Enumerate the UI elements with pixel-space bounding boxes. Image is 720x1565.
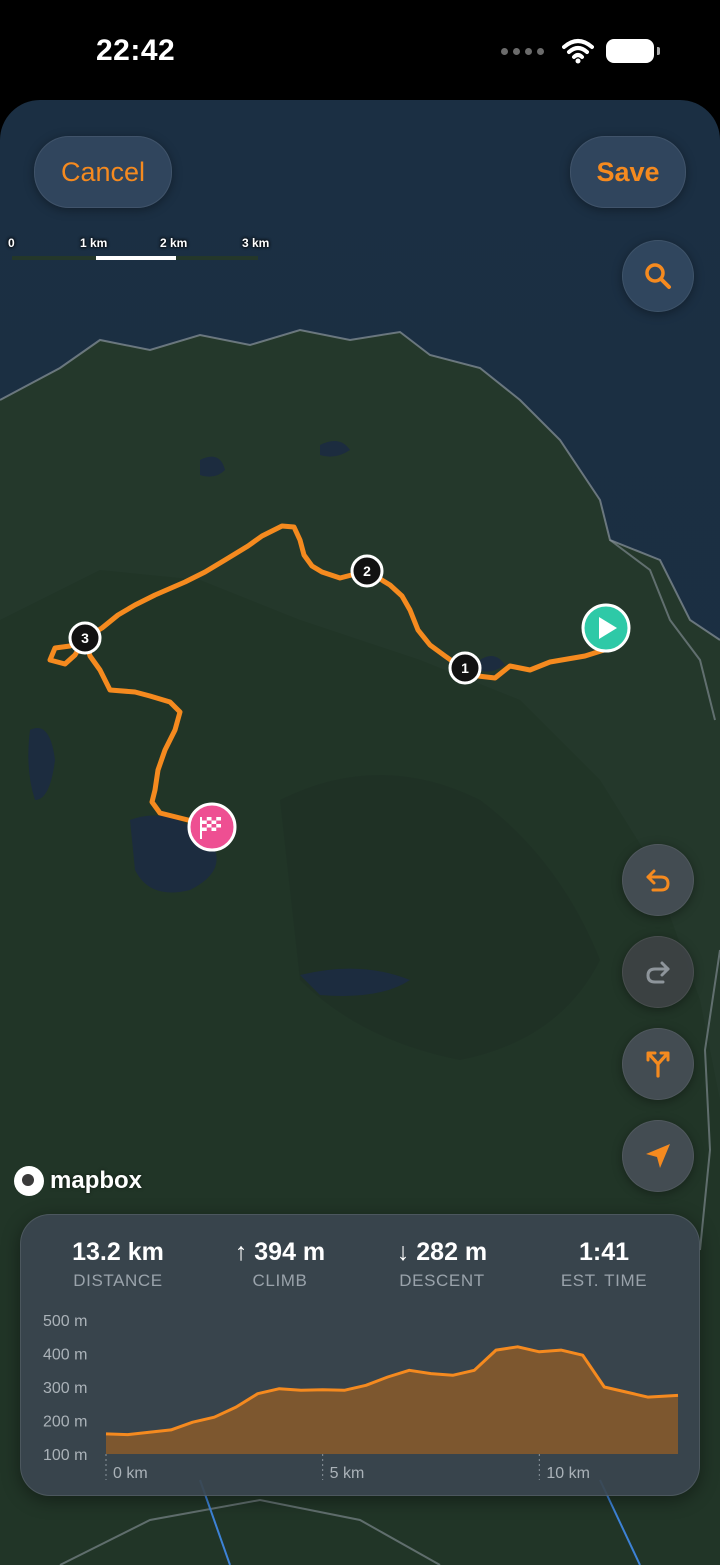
stat-value: ↓ 282 m — [396, 1238, 488, 1266]
y-tick-label: 100 m — [43, 1447, 87, 1464]
waypoint-label: 3 — [81, 630, 89, 646]
waypoint-label: 1 — [461, 660, 469, 676]
waypoint-label: 2 — [363, 563, 371, 579]
y-tick-label: 200 m — [43, 1414, 87, 1431]
cellular-signal-icon — [501, 47, 544, 55]
waypoint-marker-3[interactable]: 3 — [68, 621, 102, 655]
status-time: 22:42 — [96, 34, 176, 67]
search-icon — [645, 263, 671, 289]
stat-descent: ↓ 282 m DESCENT — [361, 1235, 523, 1291]
stat-value: 13.2 km — [72, 1238, 164, 1266]
cancel-button[interactable]: Cancel — [34, 136, 172, 208]
status-icons — [501, 38, 660, 64]
y-tick-label: 400 m — [43, 1347, 87, 1364]
waypoint-marker-1[interactable]: 1 — [448, 651, 482, 685]
x-tick-label: 5 km — [330, 1465, 365, 1482]
scale-label: 1 km — [80, 236, 108, 250]
stat-label: EST. TIME — [560, 1271, 648, 1290]
undo-icon — [646, 869, 670, 892]
mapbox-text: mapbox — [50, 1167, 143, 1194]
location-arrow-icon — [646, 1144, 670, 1168]
x-tick-label: 0 km — [113, 1465, 148, 1482]
route-stats-panel[interactable]: 13.2 km DISTANCE ↑ 394 m CLIMB ↓ 282 m D… — [20, 1214, 700, 1496]
x-tick-label: 10 km — [546, 1465, 590, 1482]
status-bar: 22:42 — [0, 0, 720, 100]
elevation-area — [106, 1346, 678, 1454]
stat-value: ↑ 394 m — [234, 1238, 326, 1266]
scale-label: 3 km — [242, 236, 270, 250]
locate-button[interactable] — [622, 1120, 694, 1192]
stat-label: DISTANCE — [73, 1271, 163, 1290]
y-tick-label: 300 m — [43, 1380, 87, 1397]
fork-icon — [646, 1051, 670, 1078]
battery-icon — [606, 39, 660, 63]
y-tick-label: 500 m — [43, 1313, 87, 1330]
wifi-icon — [562, 39, 594, 64]
mapbox-attribution[interactable]: mapbox — [14, 1166, 142, 1196]
mapbox-logo-icon — [14, 1166, 44, 1196]
stat-label: DESCENT — [399, 1271, 485, 1290]
save-button[interactable]: Save — [570, 136, 686, 208]
route-branch-button[interactable] — [622, 1028, 694, 1100]
stat-distance: 13.2 km DISTANCE — [37, 1235, 199, 1291]
map-view[interactable]: 1 2 3 0 1 km 2 km 3 km Cancel Save mapbo… — [0, 100, 720, 1565]
finish-marker[interactable] — [187, 802, 237, 852]
start-marker[interactable] — [581, 603, 631, 653]
stat-value: 1:41 — [578, 1238, 630, 1266]
scale-label: 0 — [8, 236, 15, 250]
map-scale-bar: 0 1 km 2 km 3 km — [8, 236, 288, 266]
redo-button[interactable] — [622, 936, 694, 1008]
stats-row: 13.2 km DISTANCE ↑ 394 m CLIMB ↓ 282 m D… — [21, 1235, 699, 1291]
undo-button[interactable] — [622, 844, 694, 916]
redo-icon — [646, 961, 670, 984]
stat-climb: ↑ 394 m CLIMB — [199, 1235, 361, 1291]
search-button[interactable] — [622, 240, 694, 312]
scale-label: 2 km — [160, 236, 188, 250]
stat-time: 1:41 EST. TIME — [523, 1235, 685, 1291]
waypoint-marker-2[interactable]: 2 — [350, 554, 384, 588]
stat-label: CLIMB — [252, 1271, 308, 1290]
elevation-profile-chart[interactable]: 500 m 400 m 300 m 200 m 100 m 0 km 5 km 10 km — [21, 1299, 699, 1489]
